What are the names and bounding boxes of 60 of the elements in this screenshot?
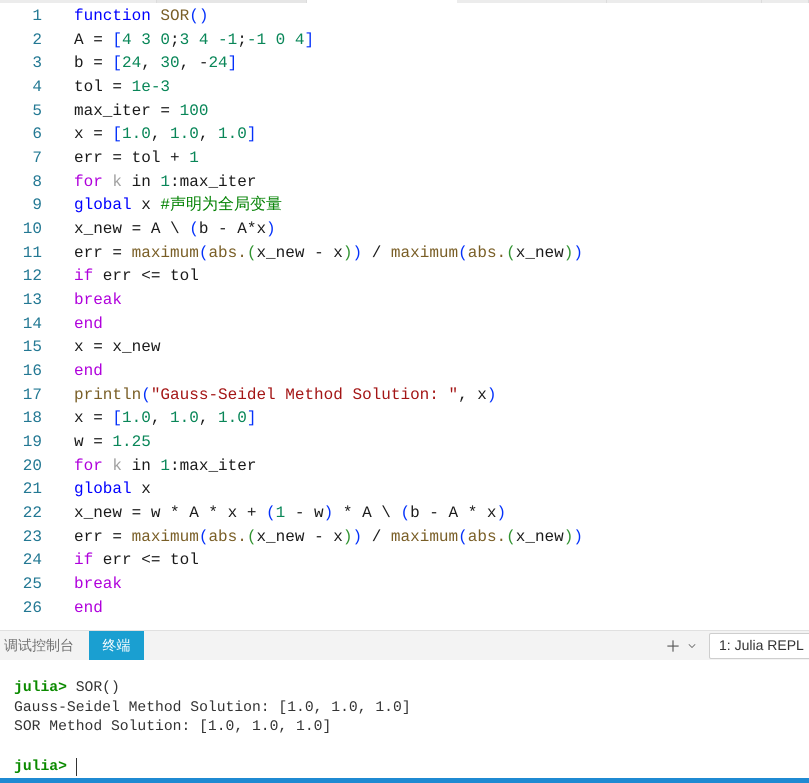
line-number: 22: [22, 502, 42, 524]
line-number: 2: [31, 30, 42, 51]
line-number: 23: [22, 526, 42, 548]
code-line: tol = 1e-3: [74, 76, 170, 98]
line-number: 15: [22, 337, 42, 358]
line-number: 18: [22, 408, 42, 430]
code-line: global x #声明为全局变量: [74, 194, 282, 216]
line-number: 21: [22, 479, 42, 500]
line-number: 5: [31, 100, 42, 122]
code-line: end: [74, 360, 103, 382]
line-number: 13: [22, 290, 42, 311]
terminal-command: SOR(): [76, 678, 120, 698]
code-line: err = tol + 1: [74, 148, 199, 169]
code-line: x_new = A \ (b - A*x): [74, 218, 276, 240]
terminal-prompt: julia>: [14, 758, 67, 777]
line-number: 24: [22, 550, 42, 572]
line-number: 9: [31, 195, 42, 216]
code-line: function SOR(): [74, 6, 208, 27]
code-line: max_iter = 100: [74, 100, 208, 122]
code-line: A = [4 3 0;3 4 -1;-1 0 4]: [74, 30, 314, 51]
line-number: 17: [22, 384, 42, 406]
line-number: 25: [22, 574, 42, 595]
code-line: x = [1.0, 1.0, 1.0]: [74, 124, 256, 146]
line-number: 12: [22, 266, 42, 288]
code-line: for k in 1:max_iter: [74, 172, 256, 193]
code-line: println("Gauss-Seidel Method Solution: ", x): [74, 384, 496, 406]
code-line: if err <= tol: [74, 266, 199, 288]
line-number: 11: [22, 242, 42, 264]
code-line: end: [74, 314, 103, 335]
code-line: err = maximum(abs.(x_new - x)) / maximum(abs.(x_new)): [74, 526, 583, 548]
code-line: x = [1.0, 1.0, 1.0]: [74, 408, 256, 430]
code-line: if err <= tol: [74, 550, 199, 572]
line-number: 20: [22, 456, 42, 477]
panel-tab[interactable]: 终端: [89, 631, 144, 660]
terminal-output: SOR Method Solution: [1.0, 1.0, 1.0]: [14, 718, 332, 738]
code-line: break: [74, 574, 122, 595]
line-number: 1: [31, 6, 42, 27]
code-line: break: [74, 290, 122, 311]
line-number: 6: [31, 124, 42, 146]
code-line: x_new = w * A * x + (1 - w) * A \ (b - A * x): [74, 502, 506, 524]
line-number: 19: [22, 432, 42, 453]
panel-tab[interactable]: 调试控制台: [0, 631, 89, 660]
line-number: 4: [31, 76, 42, 98]
code-line: w = 1.25: [74, 432, 151, 453]
code-line: b = [24, 30, -24]: [74, 53, 238, 74]
code-line: global x: [74, 479, 151, 500]
code-line: x = x_new: [74, 337, 160, 358]
code-line: for k in 1:max_iter: [74, 456, 256, 477]
line-number: 7: [31, 148, 42, 169]
line-number: 8: [31, 172, 42, 193]
line-number: 10: [22, 218, 42, 240]
line-number: 3: [31, 53, 42, 74]
line-number: 14: [22, 314, 42, 335]
line-number: 16: [22, 360, 42, 382]
line-number: 26: [22, 598, 42, 619]
code-line: err = maximum(abs.(x_new - x)) / maximum(abs.(x_new)): [74, 242, 583, 264]
code-line: end: [74, 598, 103, 619]
terminal-prompt: julia>: [14, 678, 67, 698]
terminal-select[interactable]: 1: Julia REPL: [709, 632, 809, 658]
terminal-output: Gauss-Seidel Method Solution: [1.0, 1.0, 1.0]: [14, 698, 411, 718]
